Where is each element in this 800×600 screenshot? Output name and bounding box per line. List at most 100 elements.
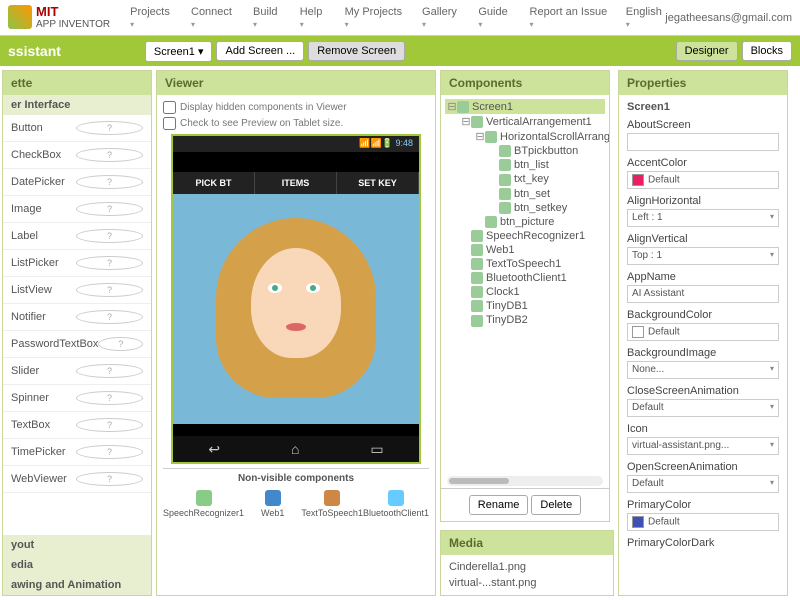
media-file[interactable]: Cinderella1.png [449, 559, 605, 575]
help-icon[interactable]: ? [76, 175, 143, 189]
palette-item[interactable]: TextBox? [3, 412, 151, 439]
nonvisible-item[interactable]: BluetoothClient1 [363, 488, 429, 518]
help-icon[interactable]: ? [76, 148, 143, 162]
palette-item[interactable]: Spinner? [3, 385, 151, 412]
property-label: BackgroundColor [627, 309, 779, 321]
help-icon[interactable]: ? [76, 256, 143, 270]
tree-node[interactable]: ⊟Screen1 [445, 99, 605, 114]
nav-connect[interactable]: Connect [191, 6, 235, 30]
property-value[interactable] [627, 133, 779, 151]
palette-item[interactable]: CheckBox? [3, 142, 151, 169]
properties-title: Screen1 [627, 101, 779, 113]
property-value[interactable]: virtual-assistant.png... [627, 437, 779, 455]
rename-button[interactable]: Rename [469, 495, 529, 515]
nav-gallery[interactable]: Gallery [422, 6, 460, 30]
property-label: AboutScreen [627, 119, 779, 131]
help-icon[interactable]: ? [76, 418, 143, 432]
property-value[interactable]: Default [627, 475, 779, 493]
screen-dropdown[interactable]: Screen1 ▾ [145, 41, 213, 62]
palette-item[interactable]: Button? [3, 115, 151, 142]
display-hidden-checkbox[interactable]: Display hidden components in Viewer [163, 101, 429, 114]
nav-my-projects[interactable]: My Projects [345, 6, 404, 30]
nav-build[interactable]: Build [253, 6, 282, 30]
palette-item[interactable]: PasswordTextBox? [3, 331, 151, 358]
property-row: Iconvirtual-assistant.png... [627, 423, 779, 455]
nav-guide[interactable]: Guide [478, 6, 511, 30]
help-icon[interactable]: ? [76, 283, 143, 297]
help-icon[interactable]: ? [76, 229, 143, 243]
tree-node[interactable]: Web1 [445, 243, 605, 257]
phone-image[interactable] [173, 194, 419, 424]
remove-screen-button[interactable]: Remove Screen [308, 41, 405, 61]
main-area: ette er Interface Button?CheckBox?DatePi… [0, 66, 800, 600]
help-icon[interactable]: ? [76, 121, 143, 135]
tree-node[interactable]: TextToSpeech1 [445, 257, 605, 271]
tree-node[interactable]: btn_list [445, 158, 605, 172]
nonvisible-item[interactable]: TextToSpeech1 [301, 488, 363, 518]
tree-node[interactable]: TinyDB2 [445, 313, 605, 327]
tree-node[interactable]: btn_picture [445, 215, 605, 229]
designer-button[interactable]: Designer [676, 41, 738, 61]
tree-node[interactable]: txt_key [445, 172, 605, 186]
palette-item[interactable]: Label? [3, 223, 151, 250]
tablet-preview-checkbox[interactable]: Check to see Preview on Tablet size. [163, 117, 429, 130]
phone-preview: 📶📶🔋 9:48 PICK BTITEMSSET KEY ↩⌂▭ [171, 134, 421, 464]
nav-english[interactable]: English [626, 6, 665, 30]
phone-tab[interactable]: ITEMS [255, 172, 337, 194]
phone-tab[interactable]: PICK BT [173, 172, 255, 194]
palette-item[interactable]: Notifier? [3, 304, 151, 331]
tree-node[interactable]: btn_set [445, 187, 605, 201]
property-value[interactable]: None... [627, 361, 779, 379]
property-row: PrimaryColorDefault [627, 499, 779, 531]
help-icon[interactable]: ? [76, 445, 143, 459]
help-icon[interactable]: ? [76, 391, 143, 405]
palette-item[interactable]: TimePicker? [3, 439, 151, 466]
palette-item[interactable]: WebViewer? [3, 466, 151, 493]
nav-help[interactable]: Help [300, 6, 327, 30]
tree-node[interactable]: BluetoothClient1 [445, 271, 605, 285]
palette-section-draw[interactable]: awing and Animation [3, 575, 151, 595]
tree-scrollbar[interactable] [447, 476, 603, 486]
add-screen-button[interactable]: Add Screen ... [216, 41, 304, 61]
logo: MITAPP INVENTOR [8, 5, 110, 30]
nav-projects[interactable]: Projects [130, 6, 173, 30]
help-icon[interactable]: ? [76, 364, 143, 378]
nonvisible-item[interactable]: Web1 [244, 488, 301, 518]
help-icon[interactable]: ? [76, 310, 143, 324]
property-value[interactable]: Top : 1 [627, 247, 779, 265]
help-icon[interactable]: ? [98, 337, 143, 351]
property-value[interactable]: AI Assistant [627, 285, 779, 303]
blocks-button[interactable]: Blocks [742, 41, 792, 61]
user-email[interactable]: jegatheesans@gmail.com [665, 12, 792, 24]
property-label: OpenScreenAnimation [627, 461, 779, 473]
palette-section-layout[interactable]: yout [3, 535, 151, 555]
property-value[interactable]: Default [627, 323, 779, 341]
property-value[interactable]: Default [627, 171, 779, 189]
property-value[interactable]: Default [627, 513, 779, 531]
tree-node[interactable]: SpeechRecognizer1 [445, 229, 605, 243]
palette-item[interactable]: DatePicker? [3, 169, 151, 196]
properties-body: Screen1 AboutScreenAccentColorDefaultAli… [619, 95, 787, 595]
nonvisible-item[interactable]: SpeechRecognizer1 [163, 488, 244, 518]
property-label: CloseScreenAnimation [627, 385, 779, 397]
tree-node[interactable]: btn_setkey [445, 201, 605, 215]
help-icon[interactable]: ? [76, 202, 143, 216]
tree-node[interactable]: BTpickbutton [445, 144, 605, 158]
property-value[interactable]: Default [627, 399, 779, 417]
palette-item[interactable]: Image? [3, 196, 151, 223]
delete-button[interactable]: Delete [531, 495, 581, 515]
property-value[interactable]: Left : 1 [627, 209, 779, 227]
tree-node[interactable]: Clock1 [445, 285, 605, 299]
palette-item[interactable]: ListPicker? [3, 250, 151, 277]
tree-node[interactable]: TinyDB1 [445, 299, 605, 313]
palette-item[interactable]: Slider? [3, 358, 151, 385]
help-icon[interactable]: ? [76, 472, 143, 486]
tree-node[interactable]: ⊟HorizontalScrollArrang [445, 129, 605, 144]
tree-node[interactable]: ⊟VerticalArrangement1 [445, 114, 605, 129]
palette-section-media[interactable]: edia [3, 555, 151, 575]
nav-report-an-issue[interactable]: Report an Issue [530, 6, 608, 30]
palette-item[interactable]: ListView? [3, 277, 151, 304]
palette-section-ui[interactable]: er Interface [3, 95, 151, 115]
media-file[interactable]: virtual-...stant.png [449, 575, 605, 591]
phone-tab[interactable]: SET KEY [337, 172, 419, 194]
